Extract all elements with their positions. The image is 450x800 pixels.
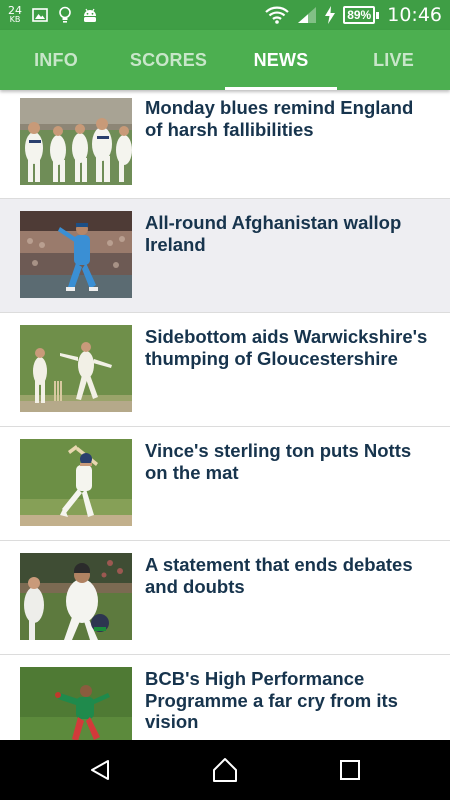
news-headline[interactable]: Sidebottom aids Warwickshire's thumping … [145, 326, 435, 369]
news-headline[interactable]: BCB's High Performance Programme a far c… [145, 668, 435, 733]
afghanistan-bowler-photo [20, 211, 132, 298]
charging-icon [325, 6, 336, 24]
tab-news[interactable]: NEWS [225, 30, 337, 90]
wifi-icon [265, 6, 289, 24]
system-icons: 89% 10:46 [265, 0, 442, 30]
recent-apps-button[interactable] [320, 740, 380, 800]
android-icon [84, 8, 96, 22]
news-thumbnail [20, 667, 132, 740]
news-item[interactable]: BCB's High Performance Programme a far c… [0, 655, 450, 740]
england-fielders-photo [20, 98, 132, 185]
data-rate-indicator: 24 KB [8, 4, 22, 24]
news-thumbnail [20, 325, 132, 412]
news-list[interactable]: Monday blues remind England of harsh fal… [0, 90, 450, 740]
tab-info[interactable]: INFO [0, 30, 112, 90]
lightbulb-icon [59, 6, 71, 23]
news-headline[interactable]: Vince's sterling ton puts Notts on the m… [145, 440, 435, 483]
news-item[interactable]: Vince's sterling ton puts Notts on the m… [0, 427, 450, 541]
home-icon [213, 758, 237, 782]
active-tab-indicator [225, 87, 337, 90]
cell-signal-icon [298, 7, 317, 23]
tab-live[interactable]: LIVE [337, 30, 450, 90]
county-bowler-photo [20, 325, 132, 412]
status-bar: 24 KB 89% 10:46 [0, 0, 450, 30]
clock: 10:46 [387, 4, 442, 26]
news-thumbnail [20, 98, 132, 185]
news-item[interactable]: Monday blues remind England of harsh fal… [0, 90, 450, 199]
batsman-drive-photo [20, 439, 132, 526]
data-rate-value: 24 [8, 4, 22, 17]
news-headline[interactable]: A statement that ends debates and doubts [145, 554, 435, 597]
india-captain-photo [20, 553, 132, 640]
image-icon [32, 8, 48, 22]
home-button[interactable] [195, 740, 255, 800]
recents-square-icon [340, 760, 360, 780]
battery-level: 89% [343, 6, 376, 24]
navigation-bar [0, 740, 450, 800]
news-headline[interactable]: Monday blues remind England of harsh fal… [145, 97, 435, 140]
back-triangle-icon [91, 760, 109, 780]
data-rate-unit: KB [9, 15, 21, 24]
news-headline[interactable]: All-round Afghanistan wallop Ireland [145, 212, 435, 255]
tab-bar: INFO SCORES NEWS LIVE [0, 30, 450, 90]
news-thumbnail [20, 439, 132, 526]
battery-tip [376, 11, 380, 19]
news-thumbnail [20, 211, 132, 298]
news-item[interactable]: A statement that ends debates and doubts [0, 541, 450, 655]
notification-icons: 24 KB [8, 0, 98, 30]
news-item[interactable]: All-round Afghanistan wallop Ireland [0, 199, 450, 313]
news-thumbnail [20, 553, 132, 640]
bangladesh-fielder-photo [20, 667, 132, 740]
battery-indicator: 89% [343, 6, 380, 24]
back-button[interactable] [70, 740, 130, 800]
tab-scores[interactable]: SCORES [112, 30, 225, 90]
news-item[interactable]: Sidebottom aids Warwickshire's thumping … [0, 313, 450, 427]
